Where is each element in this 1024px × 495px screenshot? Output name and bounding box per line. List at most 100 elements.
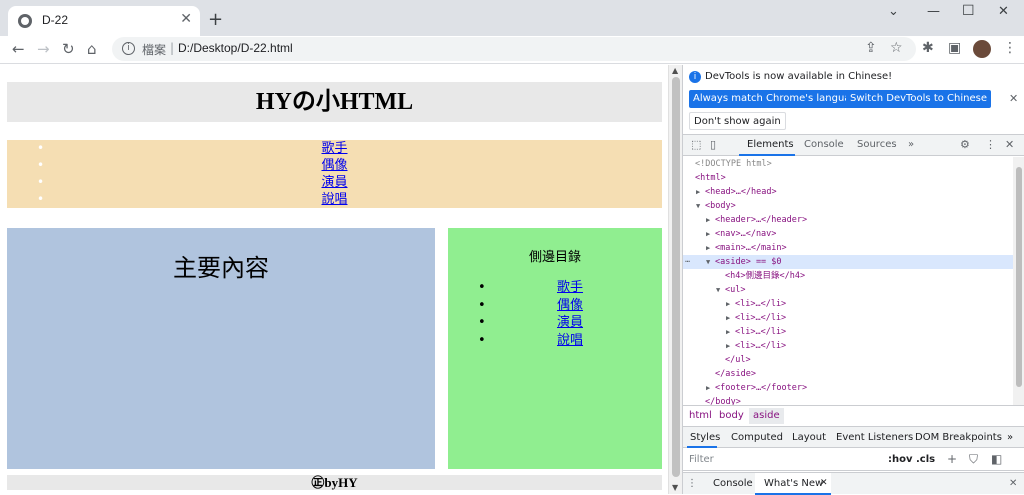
minimize-icon[interactable]: —	[927, 4, 940, 19]
forward-icon[interactable]: →	[37, 40, 50, 58]
drawer-menu-icon[interactable]: ⋮	[687, 478, 697, 489]
expand-arrow-icon[interactable]: ▶	[726, 297, 730, 311]
info-icon[interactable]: i	[122, 42, 135, 55]
avatar[interactable]	[973, 40, 991, 58]
address-bar[interactable]: i 檔案 | D:/Desktop/D-22.html	[112, 37, 916, 61]
tab-event-listeners[interactable]: Event Listeners	[836, 432, 913, 443]
maximize-icon[interactable]: ☐	[962, 3, 975, 19]
scroll-up-icon[interactable]: ▲	[672, 66, 678, 75]
browser-tab[interactable]: D-22 ✕	[8, 6, 200, 36]
collapse-arrow-icon[interactable]: ▼	[706, 255, 710, 269]
inspect-element-icon[interactable]: ⬚	[691, 138, 701, 151]
dom-node-selected[interactable]: ⋯ ▼ <aside> == $0	[683, 255, 1013, 269]
kebab-menu-icon[interactable]: ⋮	[985, 138, 996, 151]
dom-node-text: </aside>	[715, 369, 756, 379]
scrollbar-thumb[interactable]	[672, 77, 680, 477]
expand-arrow-icon[interactable]: ▶	[726, 339, 730, 353]
menu-icon[interactable]: ⋮	[1003, 40, 1017, 56]
dom-node[interactable]: </aside>	[683, 367, 1013, 381]
window-close-icon[interactable]: ✕	[998, 4, 1009, 19]
close-drawer-icon[interactable]: ✕	[1009, 478, 1017, 489]
always-match-language-button[interactable]: Always match Chrome's language	[689, 90, 867, 108]
dom-node[interactable]: ▶ <footer>…</footer>	[683, 381, 1013, 395]
dom-node[interactable]: ▶ <li>…</li>	[683, 339, 1013, 353]
dom-node[interactable]: ▶ <li>…</li>	[683, 325, 1013, 339]
extensions-icon[interactable]: ✱	[922, 40, 934, 56]
expand-arrow-icon[interactable]: ▶	[706, 213, 710, 227]
dom-node[interactable]: ▶ <li>…</li>	[683, 311, 1013, 325]
nav-link[interactable]: 說唱	[321, 192, 347, 207]
aside-link[interactable]: 歌手	[557, 280, 583, 295]
page-aside: 側邊目錄 歌手 偶像 演員 說唱	[448, 228, 662, 469]
paint-icon[interactable]: ⛉	[969, 452, 978, 467]
expand-arrow-icon[interactable]: ▶	[706, 241, 710, 255]
cls-toggle[interactable]: .cls	[916, 454, 935, 465]
dont-show-again-button[interactable]: Don't show again	[689, 112, 786, 130]
tab-computed[interactable]: Computed	[731, 432, 783, 443]
page-scrollbar[interactable]: ▲ ▼	[668, 65, 682, 494]
tab-console[interactable]: Console	[804, 139, 844, 150]
node-actions-icon[interactable]: ⋯	[685, 255, 690, 269]
scroll-down-icon[interactable]: ▼	[672, 483, 678, 492]
dom-node[interactable]: ▶ <header>…</header>	[683, 213, 1013, 227]
close-icon[interactable]: ✕	[1009, 92, 1018, 105]
dom-node[interactable]: <!DOCTYPE html>	[683, 157, 1013, 171]
scrollbar-thumb[interactable]	[1016, 167, 1022, 387]
expand-arrow-icon[interactable]: ▶	[726, 311, 730, 325]
expand-arrow-icon[interactable]: ▶	[696, 185, 700, 199]
url-text[interactable]: D:/Desktop/D-22.html	[178, 41, 293, 55]
dom-scrollbar[interactable]	[1013, 157, 1024, 405]
tab-sources[interactable]: Sources	[857, 139, 897, 150]
dom-node[interactable]: ▶ <head>…</head>	[683, 185, 1013, 199]
nav-link[interactable]: 演員	[321, 175, 347, 190]
device-toolbar-icon[interactable]: ▯	[710, 138, 716, 151]
dom-node[interactable]: ▼ <body>	[683, 199, 1013, 213]
switch-to-chinese-button[interactable]: Switch DevTools to Chinese	[846, 90, 991, 108]
tab-elements[interactable]: Elements	[747, 139, 794, 150]
tab-whats-new[interactable]: What's New	[764, 478, 823, 489]
tab-dom-breakpoints[interactable]: DOM Breakpoints	[915, 432, 1002, 443]
dom-node[interactable]: <html>	[683, 171, 1013, 185]
more-tabs-icon[interactable]: »	[908, 139, 914, 150]
expand-arrow-icon[interactable]: ▶	[706, 381, 710, 395]
aside-link[interactable]: 說唱	[557, 333, 583, 348]
filter-input[interactable]: Filter	[689, 454, 714, 465]
home-icon[interactable]: ⌂	[87, 40, 97, 58]
dom-node[interactable]: ▼ <ul>	[683, 283, 1013, 297]
dom-node[interactable]: <h4>側邊目錄</h4>	[683, 269, 1013, 283]
nav-item: 偶像	[7, 157, 662, 174]
nav-link[interactable]: 歌手	[321, 141, 347, 156]
tab-styles[interactable]: Styles	[690, 432, 720, 443]
more-tabs-icon[interactable]: »	[1007, 432, 1013, 443]
expand-arrow-icon[interactable]: ▶	[706, 227, 710, 241]
collapse-arrow-icon[interactable]: ▼	[696, 199, 700, 213]
tab-drawer-console[interactable]: Console	[713, 478, 753, 489]
new-tab-button[interactable]: +	[208, 9, 223, 30]
dom-node[interactable]: ▶ <nav>…</nav>	[683, 227, 1013, 241]
gear-icon[interactable]: ⚙	[960, 138, 970, 151]
sidebar-toggle-icon[interactable]: ◧	[991, 452, 1002, 466]
dom-node[interactable]: </ul>	[683, 353, 1013, 367]
breadcrumb-body[interactable]: body	[719, 410, 744, 421]
back-icon[interactable]: ←	[12, 40, 25, 58]
reload-icon[interactable]: ↻	[62, 40, 75, 58]
nav-link[interactable]: 偶像	[321, 158, 347, 173]
dom-node[interactable]: ▶ <li>…</li>	[683, 297, 1013, 311]
expand-arrow-icon[interactable]: ▶	[726, 325, 730, 339]
aside-link[interactable]: 偶像	[557, 298, 583, 313]
close-tab-icon[interactable]: ✕	[180, 11, 192, 27]
collapse-arrow-icon[interactable]: ▼	[716, 283, 720, 297]
breadcrumb-html[interactable]: html	[689, 410, 712, 421]
chevron-down-icon[interactable]: ⌄	[888, 4, 899, 19]
breadcrumb-aside[interactable]: aside	[749, 408, 784, 424]
side-panel-icon[interactable]: ▣	[948, 40, 961, 56]
close-icon[interactable]: ✕	[820, 478, 828, 488]
hov-toggle[interactable]: :hov	[888, 454, 913, 465]
aside-link[interactable]: 演員	[557, 315, 583, 330]
tab-layout[interactable]: Layout	[792, 432, 826, 443]
bookmark-star-icon[interactable]: ☆	[890, 40, 903, 56]
dom-node[interactable]: ▶ <main>…</main>	[683, 241, 1013, 255]
close-devtools-icon[interactable]: ✕	[1005, 138, 1014, 151]
new-style-rule-icon[interactable]: +	[947, 452, 957, 466]
share-icon[interactable]: ⇪	[865, 40, 877, 56]
